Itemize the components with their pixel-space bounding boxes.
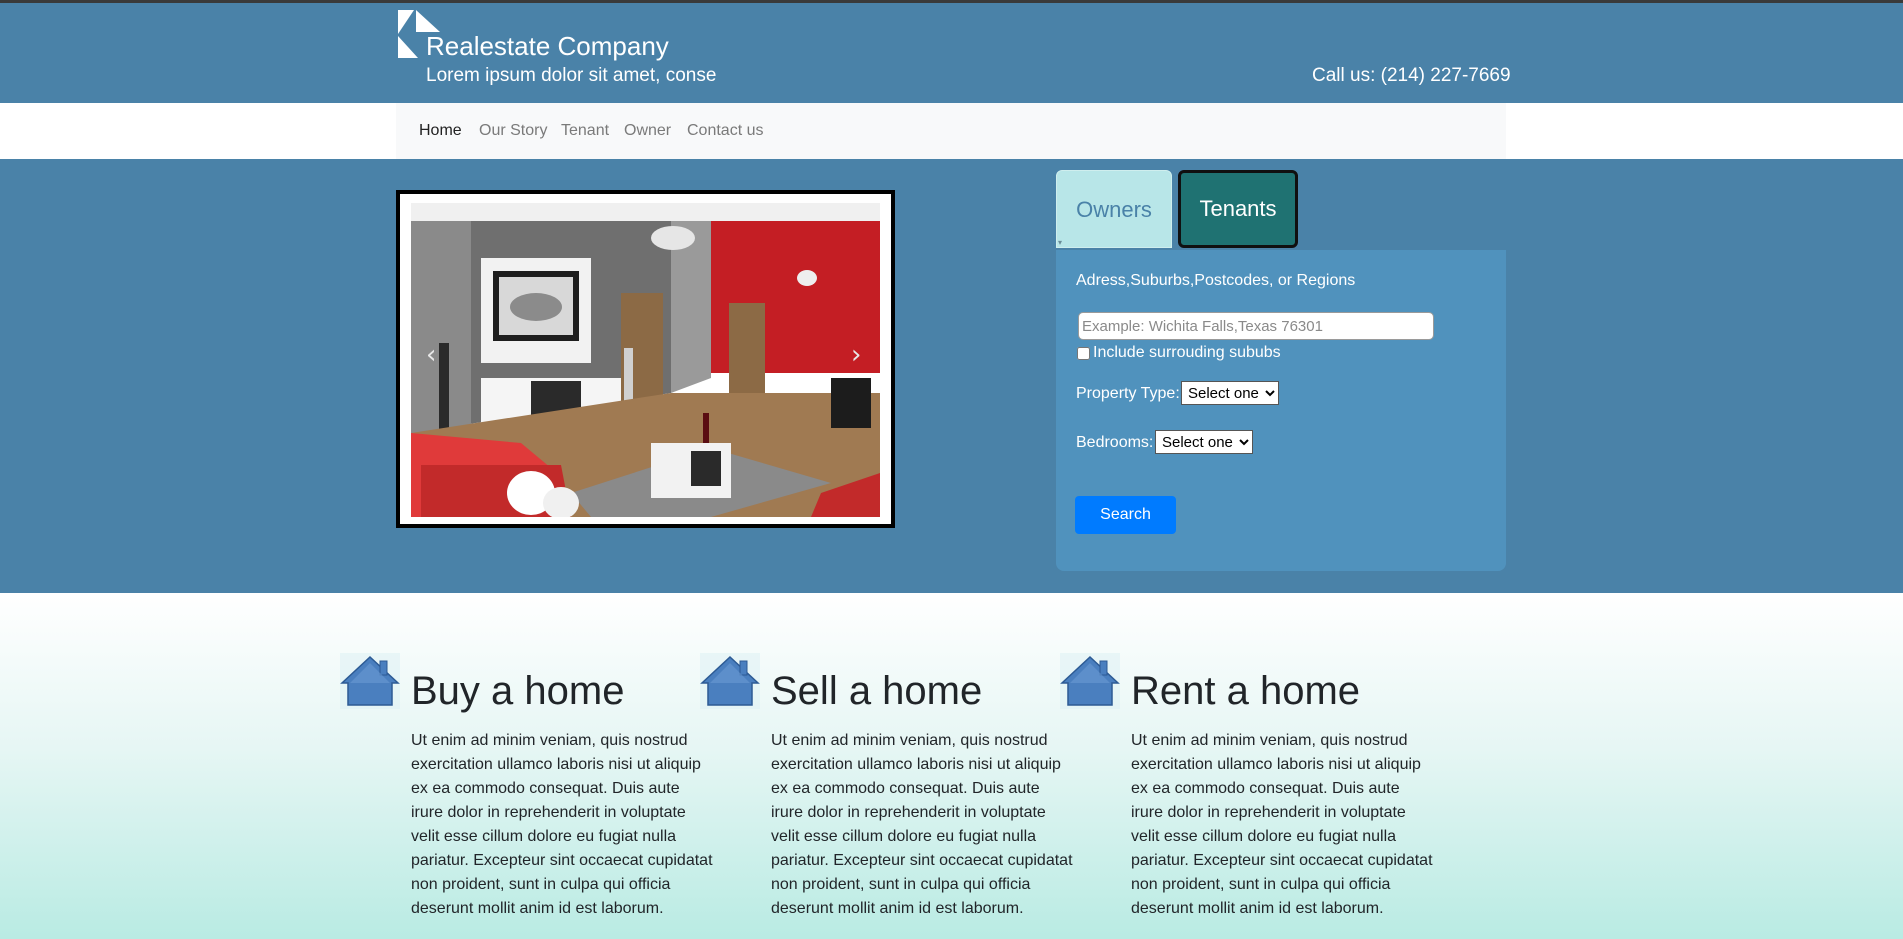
house-icon — [700, 653, 760, 709]
nav-our-story[interactable]: Our Story — [479, 122, 547, 140]
site-header: Realestate Company Lorem ipsum dolor sit… — [0, 3, 1903, 103]
tab-caret-icon: ▾ — [1058, 238, 1063, 247]
hero-section — [0, 159, 1903, 593]
features-section: Buy a home Ut enim ad minim veniam, quis… — [0, 593, 1903, 939]
feature-buy-title: Buy a home — [411, 669, 625, 713]
feature-rent-title: Rent a home — [1131, 669, 1361, 713]
bedrooms-select[interactable]: Select one — [1155, 430, 1253, 454]
search-button[interactable]: Search — [1075, 496, 1176, 534]
feature-buy-text: Ut enim ad minim veniam, quis nostrud ex… — [411, 732, 713, 917]
brand-tagline: Lorem ipsum dolor sit amet, conse — [426, 65, 717, 86]
address-label: Adress,Suburbs,Postcodes, or Regions — [1076, 272, 1356, 289]
image-carousel[interactable]: ‹ › — [396, 190, 895, 528]
nav-home[interactable]: Home — [419, 122, 462, 140]
search-panel: Adress,Suburbs,Postcodes, or Regions Inc… — [1056, 250, 1506, 571]
house-icon — [340, 653, 400, 709]
include-surrounding-label: Include surrouding sububs — [1093, 344, 1281, 361]
tab-owners[interactable]: Owners — [1056, 170, 1172, 248]
feature-rent-text: Ut enim ad minim veniam, quis nostrud ex… — [1131, 732, 1433, 917]
bedrooms-label: Bedrooms: — [1076, 434, 1154, 451]
brand-title[interactable]: Realestate Company — [426, 31, 669, 62]
house-icon — [1060, 653, 1120, 709]
property-type-label: Property Type: — [1076, 385, 1180, 402]
feature-sell-title: Sell a home — [771, 669, 983, 713]
address-input[interactable] — [1078, 312, 1434, 340]
carousel-next-icon[interactable]: › — [851, 340, 861, 370]
carousel-prev-icon[interactable]: ‹ — [426, 340, 436, 370]
nav-owner[interactable]: Owner — [624, 122, 671, 140]
feature-sell-text: Ut enim ad minim veniam, quis nostrud ex… — [771, 732, 1073, 917]
phone-number: Call us: (214) 227-7669 — [1312, 65, 1511, 86]
tab-tenants[interactable]: Tenants — [1178, 170, 1298, 248]
property-type-select[interactable]: Select one — [1181, 381, 1279, 405]
nav-tenant[interactable]: Tenant — [561, 122, 609, 140]
include-surrounding-checkbox[interactable] — [1077, 347, 1090, 360]
nav-contact-us[interactable]: Contact us — [687, 122, 763, 140]
living-room-photo — [411, 203, 880, 517]
main-nav: Home Our Story Tenant Owner Contact us — [396, 103, 1506, 159]
